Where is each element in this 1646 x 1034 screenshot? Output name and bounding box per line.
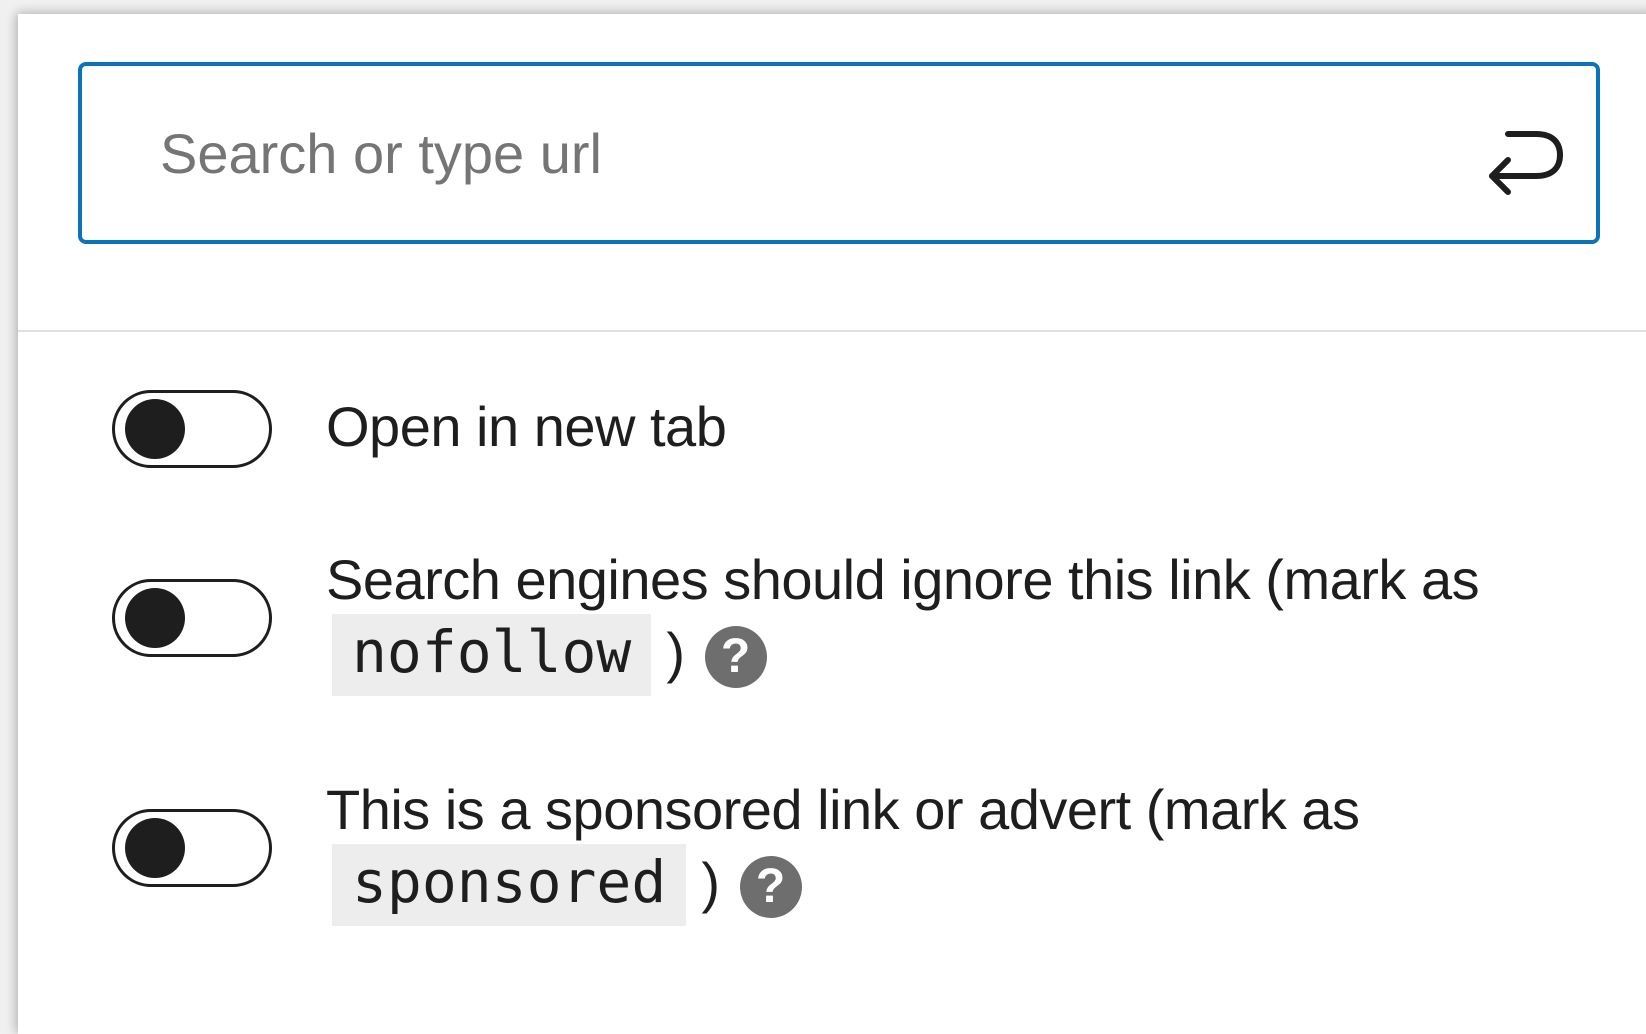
link-settings-popover: Open in new tab Search engines should ig…	[18, 14, 1646, 1034]
setting-sponsored: This is a sponsored link or advert (mark…	[112, 778, 1592, 938]
sponsored-toggle[interactable]	[112, 809, 272, 887]
submit-link-button[interactable]	[1478, 112, 1568, 202]
nofollow-toggle[interactable]	[112, 579, 272, 657]
sponsored-code: sponsored	[332, 844, 687, 926]
url-search-input[interactable]	[82, 66, 1596, 240]
nofollow-code: nofollow	[332, 614, 652, 696]
nofollow-label-text: Search engines should ignore this link (…	[326, 548, 1480, 611]
sponsored-label-suffix: )	[701, 851, 720, 914]
nofollow-label: Search engines should ignore this link (…	[326, 544, 1592, 696]
open-in-new-tab-label: Open in new tab	[326, 391, 1592, 463]
enter-return-icon	[1489, 131, 1563, 195]
toggle-knob	[125, 818, 185, 878]
setting-open-in-new-tab: Open in new tab	[112, 388, 1592, 472]
setting-nofollow: Search engines should ignore this link (…	[112, 548, 1592, 708]
sponsored-help-icon[interactable]: ?	[739, 856, 802, 919]
toggle-knob	[125, 588, 185, 648]
open-in-new-tab-text: Open in new tab	[326, 395, 727, 458]
url-search-field	[78, 62, 1600, 244]
nofollow-help-icon[interactable]: ?	[704, 626, 767, 689]
toggle-knob	[125, 399, 185, 459]
sponsored-label: This is a sponsored link or advert (mark…	[326, 774, 1592, 926]
open-in-new-tab-toggle[interactable]	[112, 390, 272, 468]
nofollow-label-suffix: )	[666, 621, 685, 684]
sponsored-label-text: This is a sponsored link or advert (mark…	[326, 778, 1360, 841]
section-divider	[18, 330, 1646, 332]
